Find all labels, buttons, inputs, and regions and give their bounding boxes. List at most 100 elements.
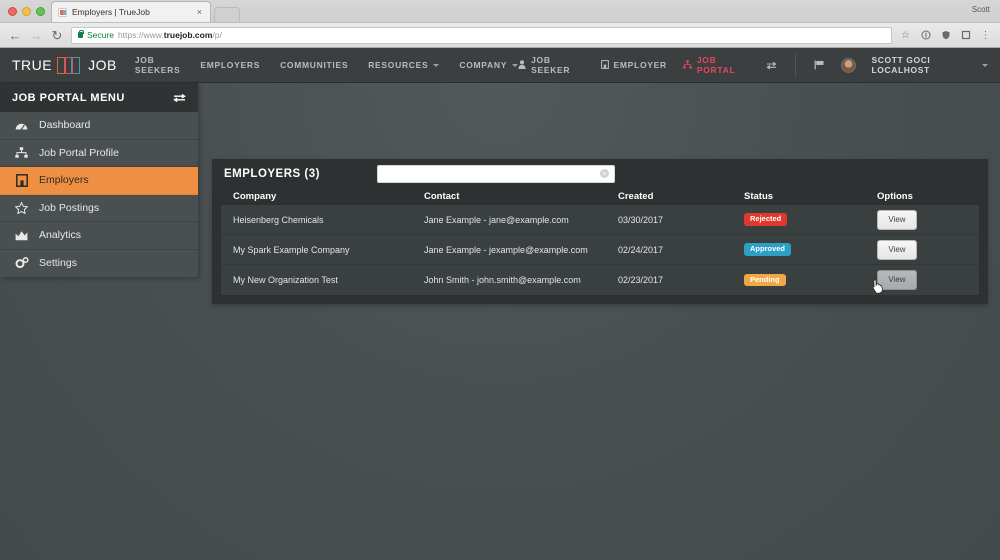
cell-status: Pending	[744, 273, 877, 287]
url-text: https://www.truejob.com/p/	[118, 30, 222, 40]
table-body: Heisenberg Chemicals Jane Example - jane…	[221, 205, 979, 295]
nav-link-company[interactable]: COMPANY	[459, 60, 519, 70]
browser-tab[interactable]: Employers | TrueJob ×	[51, 1, 211, 22]
nav-link-job-portal[interactable]: JOB PORTAL	[683, 55, 750, 75]
switch-account-icon[interactable]	[766, 61, 777, 70]
status-badge: Pending	[744, 273, 786, 287]
url-prefix: https://www.	[117, 30, 164, 40]
sidebar-item-employers[interactable]: Employers	[0, 167, 198, 195]
extension-shield-icon[interactable]	[939, 30, 952, 40]
cell-options: View	[877, 239, 977, 260]
sidebar-header: JOB PORTAL MENU	[0, 83, 198, 112]
nav-link-employer-account[interactable]: EMPLOYER	[600, 59, 667, 71]
new-tab-button[interactable]	[214, 7, 240, 22]
search-input[interactable]	[382, 165, 600, 182]
logo-mark-icon	[57, 56, 83, 74]
browser-toolbar: ← → ↻ Secure https://www.truejob.com/p/ …	[0, 22, 1000, 47]
address-bar[interactable]: Secure https://www.truejob.com/p/	[71, 26, 892, 44]
column-header-created: Created	[618, 191, 654, 202]
sidebar-item-job-portal-profile[interactable]: Job Portal Profile	[0, 139, 198, 167]
chevron-down-icon	[433, 63, 440, 67]
star-icon	[14, 201, 29, 214]
sidebar-title: JOB PORTAL MENU	[12, 91, 125, 104]
chevron-down-icon	[982, 63, 988, 67]
sidebar: JOB PORTAL MENU Dashboard Job Portal Pro…	[0, 83, 198, 277]
nav-link-job-seeker-account[interactable]: JOB SEEKER	[518, 55, 584, 75]
cell-options: View	[877, 209, 977, 230]
nav-link-communities[interactable]: COMMUNITIES	[280, 60, 348, 70]
site-logo[interactable]: TRUE JOB	[12, 56, 117, 74]
user-menu[interactable]: SCOTT GOCI LOCALHOST	[871, 55, 988, 75]
maximize-window-button[interactable]	[36, 6, 45, 16]
status-badge: Approved	[744, 243, 792, 256]
sidebar-item-label: Employers	[39, 174, 89, 187]
table-row[interactable]: Heisenberg Chemicals Jane Example - jane…	[221, 205, 979, 235]
avatar[interactable]	[840, 57, 856, 73]
gears-icon	[14, 257, 29, 269]
close-tab-icon[interactable]: ×	[195, 7, 204, 17]
sitemap-icon	[14, 147, 29, 158]
nav-divider	[794, 54, 796, 76]
view-button[interactable]: View	[877, 270, 917, 290]
page-body: JOB PORTAL MENU Dashboard Job Portal Pro…	[0, 83, 1000, 560]
browser-menu-icon[interactable]: ⋮	[979, 30, 992, 41]
favicon-icon	[58, 7, 67, 17]
table-row[interactable]: My Spark Example Company Jane Example - …	[221, 235, 979, 265]
bookmark-star-icon[interactable]: ☆	[899, 30, 912, 41]
extension-one-icon[interactable]	[919, 30, 932, 40]
minimize-window-button[interactable]	[22, 6, 31, 16]
column-header-company: Company	[233, 191, 277, 202]
nav-link-job-seekers[interactable]: JOB SEEKERS	[135, 55, 181, 75]
sidebar-item-label: Analytics	[39, 229, 82, 242]
url-suffix: /p/	[212, 30, 222, 40]
flag-icon[interactable]	[814, 60, 825, 70]
logo-text-left: TRUE	[12, 57, 53, 73]
nav-link-label: RESOURCES	[368, 60, 429, 70]
sidebar-item-settings[interactable]: Settings	[0, 249, 198, 277]
panel-header: EMPLOYERS (3) ×	[212, 159, 988, 188]
clear-search-icon[interactable]: ×	[599, 169, 609, 178]
sidebar-item-dashboard[interactable]: Dashboard	[0, 112, 198, 140]
nav-link-resources[interactable]: RESOURCES	[368, 60, 440, 70]
secondary-nav-links: JOB SEEKER EMPLOYER JOB PORTAL SCOTT GOC…	[518, 54, 988, 76]
window-controls[interactable]	[6, 0, 51, 22]
search-box[interactable]: ×	[376, 164, 615, 183]
view-button[interactable]: View	[877, 209, 917, 230]
close-window-button[interactable]	[8, 6, 17, 16]
sitemap-icon	[683, 59, 692, 71]
sidebar-item-analytics[interactable]: Analytics	[0, 222, 198, 250]
cell-created: 02/24/2017	[618, 244, 664, 255]
sidebar-item-label: Settings	[39, 257, 77, 270]
sidebar-item-job-postings[interactable]: Job Postings	[0, 194, 198, 222]
column-header-status: Status	[744, 191, 774, 202]
lock-icon	[78, 29, 84, 38]
cell-created: 03/30/2017	[618, 214, 664, 225]
status-badge: Rejected	[744, 213, 788, 226]
table-header-row: Company Contact Created Status Options	[212, 188, 988, 205]
cell-company: My New Organization Test	[233, 275, 338, 285]
nav-link-label: JOB SEEKER	[531, 55, 571, 75]
url-domain: truejob.com	[163, 30, 213, 40]
forward-icon[interactable]: →	[29, 29, 43, 42]
chrome-profile-name[interactable]: Scott	[972, 5, 990, 14]
employers-table: Company Contact Created Status Options H…	[212, 188, 988, 295]
building-icon	[14, 173, 29, 187]
nav-link-label: EMPLOYERS	[200, 60, 261, 70]
column-header-options: Options	[877, 191, 913, 202]
extension-frame-icon[interactable]	[959, 30, 972, 40]
nav-link-label: EMPLOYER	[613, 60, 667, 70]
page-title: EMPLOYERS (3)	[224, 167, 320, 180]
back-icon[interactable]: ←	[8, 29, 22, 42]
cell-options: View	[877, 270, 977, 290]
view-button[interactable]: View	[877, 239, 917, 260]
user-name-label: SCOTT GOCI LOCALHOST	[871, 55, 931, 75]
reload-icon[interactable]: ↻	[50, 29, 64, 42]
building-icon	[600, 59, 609, 71]
cell-contact: Jane Example - jexample@example.com	[424, 244, 588, 255]
nav-link-employers[interactable]: EMPLOYERS	[200, 60, 260, 70]
sidebar-toggle-icon[interactable]	[173, 93, 186, 103]
table-row[interactable]: My New Organization Test John Smith - jo…	[221, 265, 979, 295]
primary-nav-links: JOB SEEKERS EMPLOYERS COMMUNITIES RESOUR…	[135, 55, 519, 75]
cell-status: Approved	[744, 243, 877, 256]
sidebar-item-label: Job Portal Profile	[39, 146, 119, 159]
